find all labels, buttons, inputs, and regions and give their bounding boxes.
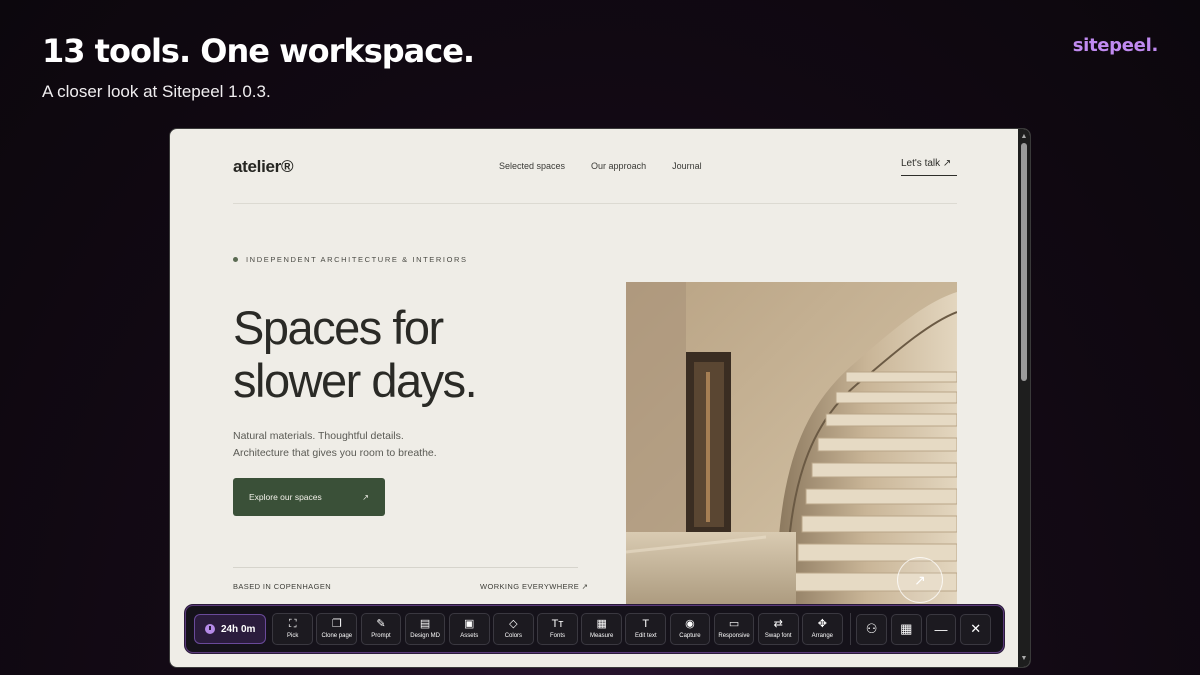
tool-label: Colors	[504, 633, 523, 639]
site-logo[interactable]: atelier®	[233, 157, 294, 177]
nav-journal[interactable]: Journal	[672, 161, 702, 171]
minimize-button[interactable]: —	[925, 613, 957, 645]
tool-prompt[interactable]: ✎ Prompt	[360, 613, 402, 645]
browser-window: atelier® Selected spaces Our approach Jo…	[169, 128, 1031, 668]
scroll-down-icon[interactable]: ▼	[1018, 653, 1030, 665]
lets-talk-link[interactable]: Let's talk ↗	[901, 158, 957, 176]
file-icon: ▤	[419, 618, 431, 630]
hero-title: Spaces for slower days.	[233, 301, 478, 407]
swap-icon: ⇄	[773, 618, 783, 630]
timer-badge[interactable]: 24h 0m	[194, 614, 267, 644]
tool-label: Arrange	[811, 633, 834, 639]
tool-arrange[interactable]: ✥ Arrange	[802, 613, 843, 645]
scroll-thumb[interactable]	[1021, 143, 1027, 381]
tool-label: Swap font	[764, 633, 792, 639]
tool-label: Measure	[589, 633, 614, 639]
minus-icon: —	[934, 621, 948, 637]
tool-assets[interactable]: ▣ Assets	[448, 613, 490, 645]
tool-colors[interactable]: ◇ Colors	[493, 613, 534, 645]
clone-icon: ❐	[331, 618, 342, 630]
arrow-up-right-icon: ↗	[914, 571, 926, 588]
tool-label: Responsive	[718, 633, 750, 639]
tool-clone-page[interactable]: ❐ Clone page	[316, 613, 358, 645]
tool-capture[interactable]: ◉ Capture	[669, 613, 711, 645]
grid-button[interactable]: ▦	[890, 613, 922, 645]
tool-label: Edit text	[634, 633, 657, 639]
brand-logo: sitepeel.	[1072, 35, 1159, 56]
close-icon: ✕	[970, 621, 982, 636]
account-button[interactable]: ⚇	[856, 613, 887, 645]
grid-icon: ▦	[900, 621, 913, 636]
image-arrow-button[interactable]: ↗	[897, 557, 943, 603]
tool-measure[interactable]: ▦ Measure	[581, 613, 622, 645]
timer-value: 24h 0m	[220, 623, 256, 635]
footer-working-link[interactable]: WORKING EVERYWHERE ↗	[480, 582, 588, 591]
header-divider	[233, 203, 957, 204]
tool-swap-font[interactable]: ⇄ Swap font	[757, 613, 799, 645]
scrollbar[interactable]: ▲ ▼	[1018, 129, 1030, 667]
page-subline: A closer look at Sitepeel 1.0.3.	[42, 82, 271, 101]
text-icon: T	[642, 618, 650, 630]
tool-label: Clone page	[321, 633, 353, 639]
move-icon: ✥	[817, 618, 827, 630]
tool-label: Pick	[286, 633, 299, 639]
hero-text: Natural materials. Thoughtful details. A…	[233, 428, 533, 462]
eyebrow-text: INDEPENDENT ARCHITECTURE & INTERIORS	[246, 255, 468, 264]
tool-label: Fonts	[550, 633, 566, 639]
hero-text-line-1: Natural materials. Thoughtful details.	[233, 430, 404, 442]
magic-wand-icon: ✎	[376, 618, 386, 630]
toolbar-separator	[850, 613, 852, 645]
tool-label: Assets	[460, 633, 479, 639]
hero-text-line-2: Architecture that gives you room to brea…	[233, 447, 437, 459]
cta-label: Explore our spaces	[249, 492, 322, 502]
font-icon: Tт	[551, 618, 564, 630]
tool-label: Prompt	[371, 633, 391, 639]
image-icon: ▣	[464, 618, 475, 630]
droplet-icon: ◇	[509, 618, 518, 630]
clock-icon	[204, 624, 215, 634]
camera-icon: ◉	[685, 618, 695, 630]
tool-pick[interactable]: ⛶ Pick	[272, 613, 313, 645]
tool-design-md[interactable]: ▤ Design MD	[404, 613, 446, 645]
tool-responsive[interactable]: ▭ Responsive	[713, 613, 755, 645]
sitepeel-toolbar: 24h 0m ⛶ Pick ❐ Clone page ✎ Prompt ▤ Design…	[185, 605, 1004, 653]
tool-fonts[interactable]: Tт Fonts	[537, 613, 578, 645]
tool-label: Design MD	[410, 633, 440, 639]
ruler-icon: ▦	[596, 618, 607, 630]
close-button[interactable]: ✕	[960, 613, 992, 645]
dot-icon	[233, 257, 238, 262]
user-icon: ⚇	[865, 621, 878, 636]
nav-our-approach[interactable]: Our approach	[591, 161, 646, 171]
pick-icon: ⛶	[288, 618, 297, 630]
page-headline: 13 tools. One workspace.	[42, 32, 475, 70]
tool-edit-text[interactable]: T Edit text	[625, 613, 667, 645]
scroll-up-icon[interactable]: ▲	[1018, 131, 1030, 143]
eyebrow: INDEPENDENT ARCHITECTURE & INTERIORS	[233, 255, 468, 264]
devices-icon: ▭	[728, 618, 740, 630]
arrow-up-right-icon: ↗	[362, 492, 369, 502]
nav-selected-spaces[interactable]: Selected spaces	[499, 161, 565, 171]
explore-spaces-button[interactable]: Explore our spaces ↗	[233, 478, 385, 516]
footer-rule	[233, 567, 578, 568]
site-nav: Selected spaces Our approach Journal	[499, 161, 702, 171]
footer-location: BASED IN COPENHAGEN	[233, 582, 332, 591]
tool-label: Capture	[679, 633, 701, 639]
